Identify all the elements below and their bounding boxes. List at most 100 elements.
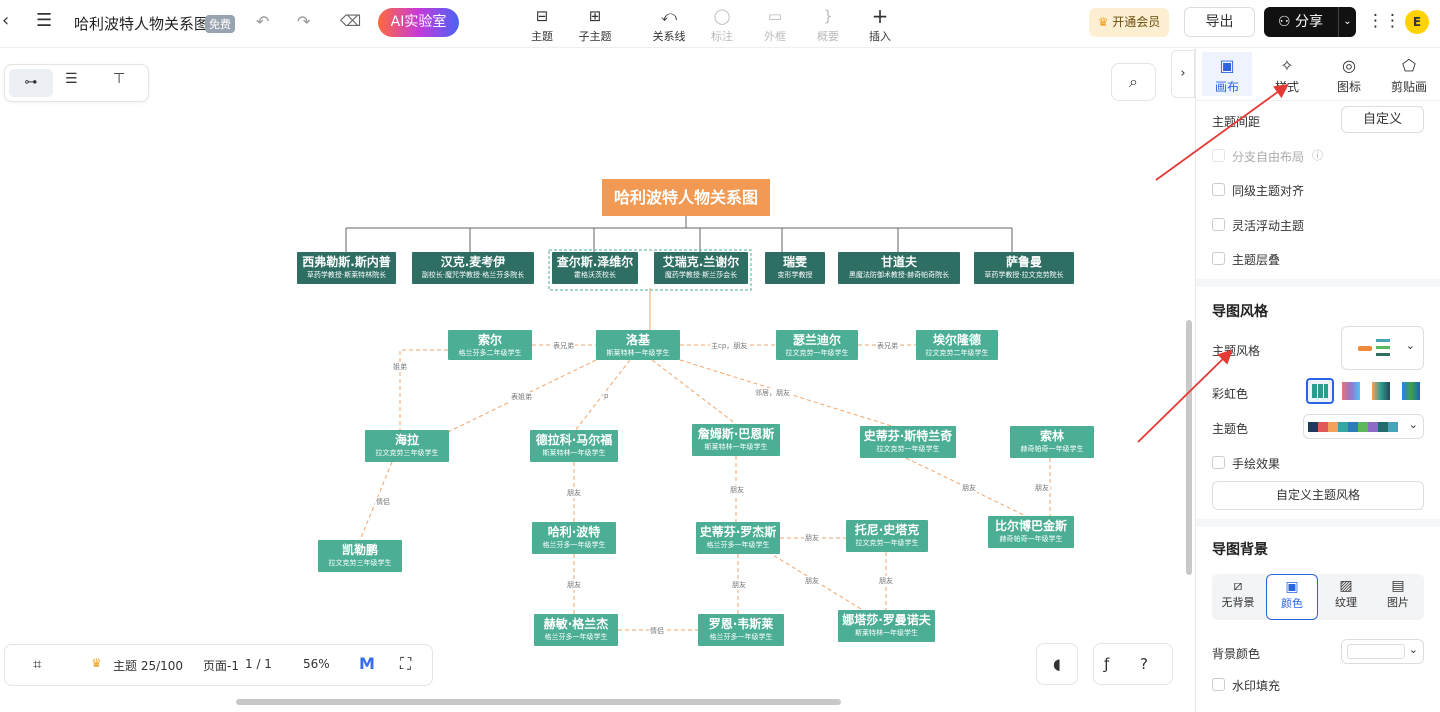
topic-subtitle: 变形学教授 xyxy=(777,271,813,279)
redo-icon[interactable]: ↷ xyxy=(297,12,310,31)
tool-frame[interactable]: ▭ 外框 xyxy=(751,4,799,44)
topic-subtitle: 斯莱特林一年级学生 xyxy=(855,629,918,637)
floating-topic[interactable]: 瑟兰迪尔 拉文克劳一年级学生 xyxy=(776,330,858,360)
chevron-down-icon[interactable]: ⌄ xyxy=(1338,7,1356,37)
help-icon[interactable]: ? xyxy=(1140,644,1148,684)
floating-topic[interactable]: 凯勒鹏 拉文克劳三年级学生 xyxy=(318,540,402,572)
floating-topic[interactable]: 詹姆斯·巴恩斯 斯莱特林一年级学生 xyxy=(692,424,780,456)
topic-node[interactable]: 汉克.麦考伊 副校长·魔咒学教授·格兰芬多院长 xyxy=(412,252,534,284)
avatar[interactable]: E xyxy=(1405,10,1429,34)
bg-color-select[interactable]: ⌄ xyxy=(1341,639,1424,664)
theme-color-select[interactable]: ⌄ xyxy=(1303,414,1424,439)
ai-logo-icon[interactable]: M xyxy=(359,654,375,673)
custom-theme-button[interactable]: 自定义主题风格 xyxy=(1212,481,1424,510)
vip-button[interactable]: ♛ 开通会员 xyxy=(1089,8,1169,37)
user-icon: ⚇ xyxy=(1278,14,1291,30)
topic-title: 萨鲁曼 xyxy=(1005,255,1042,269)
floating-topic[interactable]: 比尔博巴金斯 赫奇帕奇一年级学生 xyxy=(988,516,1074,548)
rainbow-option-2[interactable] xyxy=(1340,380,1362,402)
crown-icon: ♛ xyxy=(1097,15,1109,29)
floating-topic[interactable]: 哈利·波特 格兰芬多一年级学生 xyxy=(532,522,616,554)
floating-topic[interactable]: 德拉科·马尔福 斯莱特林一年级学生 xyxy=(530,430,618,462)
ai-lab-button[interactable]: AI实验室 xyxy=(378,8,459,37)
floating-topic[interactable]: 罗恩·韦斯莱 格兰芬多一年级学生 xyxy=(698,614,784,646)
floating-topic[interactable]: 海拉 拉文克劳三年级学生 xyxy=(365,430,449,462)
no-bg-icon: ⧄ xyxy=(1233,578,1243,594)
tool-insert[interactable]: + 插入 xyxy=(856,4,904,44)
topic-subtitle: 斯莱特林一年级学生 xyxy=(606,349,670,357)
topic-subtitle: 斯莱特林一年级学生 xyxy=(542,449,606,457)
page-label[interactable]: 页面-1 xyxy=(203,657,239,674)
share-button[interactable]: ⚇ 分享 ⌄ xyxy=(1264,7,1356,37)
topic-title: 詹姆斯·巴恩斯 xyxy=(697,427,775,441)
topic-subtitle: 拉文克劳一年级学生 xyxy=(785,349,849,357)
export-button[interactable]: 导出 xyxy=(1184,7,1255,37)
topic-title: 赫敏·格兰杰 xyxy=(543,617,609,631)
frame-icon: ▭ xyxy=(767,7,783,25)
bg-option-image[interactable]: ▤ 图片 xyxy=(1372,574,1424,620)
floating-topic[interactable]: 娜塔莎·罗曼诺夫 斯莱特林一年级学生 xyxy=(838,610,935,642)
topic-subtitle: 拉文克劳一年级学生 xyxy=(855,539,919,547)
tool-relation[interactable]: ⤺ 关系线 xyxy=(645,4,693,44)
floating-topic[interactable]: 托尼·史塔克 拉文克劳一年级学生 xyxy=(846,520,928,552)
topic-title: 查尔斯.泽维尔 xyxy=(556,255,634,269)
formula-icon[interactable]: ƒ xyxy=(1104,644,1109,684)
tab-clipart[interactable]: ⬠ 剪贴画 xyxy=(1384,54,1434,95)
apps-grid-icon[interactable]: ⋮⋮ xyxy=(1367,11,1401,31)
tab-marker[interactable]: ◎ 图标 xyxy=(1324,54,1374,95)
floating-topic[interactable]: 史蒂芬·罗杰斯 格兰芬多一年级学生 xyxy=(696,522,780,554)
doc-title[interactable]: 哈利波特人物关系图 xyxy=(74,13,209,34)
tool-comment[interactable]: ◯ 标注 xyxy=(698,4,746,44)
topic-title: 艾瑞克.兰谢尔 xyxy=(662,255,740,269)
watermark-checkbox[interactable] xyxy=(1212,678,1225,691)
tool-subtopic[interactable]: ⊞ 子主题 xyxy=(571,4,619,44)
tool-summary[interactable]: } 概要 xyxy=(804,4,852,44)
map-icon[interactable]: ⌗ xyxy=(33,655,41,673)
annotation-arrows xyxy=(1137,83,1289,443)
help-group: ƒ ? xyxy=(1093,643,1173,685)
share-label: 分享 xyxy=(1295,14,1324,30)
topic-title: 索尔 xyxy=(477,333,502,347)
mouse-mode-icon[interactable]: ◖ xyxy=(1036,643,1078,685)
fullscreen-icon[interactable]: ⛶ xyxy=(400,654,411,674)
mindmap-connectors xyxy=(345,216,1051,631)
floating-topic[interactable]: 埃尔隆德 拉文克劳二年级学生 xyxy=(916,330,998,360)
question-icon[interactable]: ⓘ xyxy=(1312,147,1323,163)
zoom-level[interactable]: 56% xyxy=(303,657,330,671)
topic-node[interactable]: 西弗勒斯.斯内普 草药学教授·斯莱特林院长 xyxy=(297,252,396,284)
relation-label: 主cp，朋友 xyxy=(710,341,749,351)
floating-topic[interactable]: 索尔 格兰芬多二年级学生 xyxy=(448,330,532,360)
rainbow-option-1[interactable] xyxy=(1306,378,1334,404)
topic-node[interactable]: 瑞雯 变形学教授 xyxy=(765,252,825,284)
theme-style-select[interactable]: ⌄ xyxy=(1341,326,1424,370)
comment-icon: ◯ xyxy=(713,7,731,25)
rainbow-swatch xyxy=(1372,382,1390,400)
back-arrow-icon[interactable]: ‹ xyxy=(2,10,9,31)
floating-topic[interactable]: 洛基 斯莱特林一年级学生 xyxy=(596,330,680,360)
topic-title: 西弗勒斯.斯内普 xyxy=(302,255,391,269)
bg-option-group: ⧄ 无背景 ▣ 颜色 ▨ 纹理 ▤ 图片 xyxy=(1212,574,1424,620)
topic-node[interactable]: 艾瑞克.兰谢尔 魔药学教授·斯兰莎会长 xyxy=(654,252,748,284)
topic-title: 比尔博巴金斯 xyxy=(994,519,1067,533)
topic-subtitle: 格兰芬多一年级学生 xyxy=(709,633,773,641)
hand-drawn-checkbox[interactable] xyxy=(1212,456,1225,469)
format-painter-icon[interactable]: ⌫ xyxy=(340,12,361,30)
undo-icon[interactable]: ↶ xyxy=(256,12,269,31)
tool-topic[interactable]: ⊟ 主题 xyxy=(518,4,566,44)
bg-color-label: 背景颜色 xyxy=(1212,647,1261,661)
bg-option-color[interactable]: ▣ 颜色 xyxy=(1266,574,1318,620)
root-topic[interactable]: 哈利波特人物关系图 xyxy=(602,179,770,216)
rainbow-option-3[interactable] xyxy=(1370,380,1392,402)
horizontal-scrollbar[interactable] xyxy=(236,699,841,705)
topic-node[interactable]: 萨鲁曼 草药学教授·拉文克劳院长 xyxy=(974,252,1074,284)
custom-spacing-button[interactable]: 自定义 xyxy=(1341,106,1424,133)
rainbow-option-4[interactable] xyxy=(1400,380,1422,402)
floating-topic[interactable]: 索林 赫奇帕奇一年级学生 xyxy=(1010,426,1094,458)
topic-node[interactable]: 查尔斯.泽维尔 霍格沃茨校长 xyxy=(552,252,638,284)
topic-node[interactable]: 甘道夫 黑魔法防御术教授·赫奇帕奇院长 xyxy=(838,252,960,284)
bg-option-texture[interactable]: ▨ 纹理 xyxy=(1320,574,1372,620)
floating-topic[interactable]: 史蒂芬·斯特兰奇 拉文克劳一年级学生 xyxy=(860,426,956,458)
hamburger-icon[interactable]: ☰ xyxy=(36,10,52,31)
floating-topic[interactable]: 赫敏·格兰杰 格兰芬多一年级学生 xyxy=(534,614,618,646)
bg-option-none[interactable]: ⧄ 无背景 xyxy=(1212,574,1264,620)
